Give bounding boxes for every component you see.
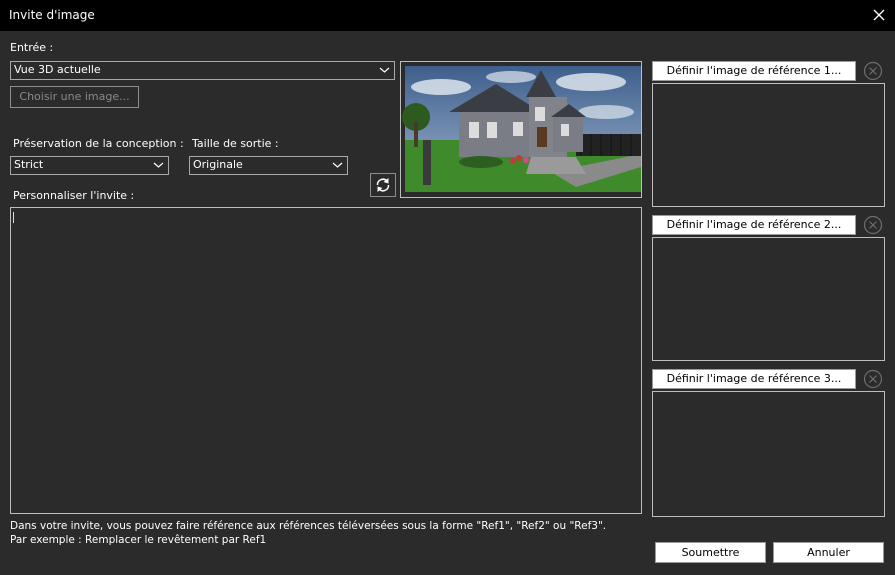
hint-line-2: Par exemple : Remplacer le revêtement pa… bbox=[10, 534, 267, 546]
prompt-label: Personnaliser l'invite : bbox=[13, 189, 135, 202]
chevron-down-icon bbox=[153, 162, 164, 168]
choose-image-button[interactable]: Choisir une image... bbox=[10, 86, 139, 108]
clear-circle-icon bbox=[863, 215, 883, 235]
set-reference-image-3-button[interactable]: Définir l'image de référence 3... bbox=[652, 369, 856, 389]
clear-reference-2-button[interactable] bbox=[862, 214, 884, 236]
title-bar bbox=[0, 0, 895, 31]
source-select[interactable]: Vue 3D actuelle bbox=[10, 61, 395, 80]
close-icon bbox=[873, 9, 885, 21]
design-preservation-value: Strict bbox=[14, 158, 44, 171]
source-select-value: Vue 3D actuelle bbox=[14, 63, 101, 76]
clear-circle-icon bbox=[863, 61, 883, 81]
preview-image-frame bbox=[400, 61, 642, 198]
reference-image-3-panel bbox=[652, 391, 885, 517]
output-size-label: Taille de sortie : bbox=[192, 137, 279, 150]
input-label: Entrée : bbox=[10, 41, 54, 54]
chevron-down-icon bbox=[332, 162, 343, 168]
prompt-textarea[interactable] bbox=[10, 207, 642, 514]
reference-image-1-panel bbox=[652, 83, 885, 207]
chevron-down-icon bbox=[379, 67, 390, 73]
design-preservation-label: Préservation de la conception : bbox=[13, 137, 184, 150]
close-button[interactable] bbox=[866, 3, 892, 28]
set-reference-image-2-button[interactable]: Définir l'image de référence 2... bbox=[652, 215, 856, 235]
design-preservation-select[interactable]: Strict bbox=[10, 156, 169, 175]
hint-line-1: Dans votre invite, vous pouvez faire réf… bbox=[10, 520, 607, 532]
output-size-select[interactable]: Originale bbox=[189, 156, 348, 175]
submit-button[interactable]: Soumettre bbox=[655, 542, 766, 563]
reference-image-2-panel bbox=[652, 237, 885, 361]
window-title: Invite d'image bbox=[9, 8, 95, 22]
refresh-preview-button[interactable] bbox=[370, 173, 396, 197]
clear-reference-3-button[interactable] bbox=[862, 368, 884, 390]
set-reference-image-1-button[interactable]: Définir l'image de référence 1... bbox=[652, 61, 856, 81]
cancel-button[interactable]: Annuler bbox=[773, 542, 884, 563]
output-size-value: Originale bbox=[193, 158, 243, 171]
house-preview-image bbox=[402, 66, 641, 192]
text-caret bbox=[13, 212, 14, 223]
clear-reference-1-button[interactable] bbox=[862, 60, 884, 82]
refresh-icon bbox=[376, 178, 390, 192]
clear-circle-icon bbox=[863, 369, 883, 389]
